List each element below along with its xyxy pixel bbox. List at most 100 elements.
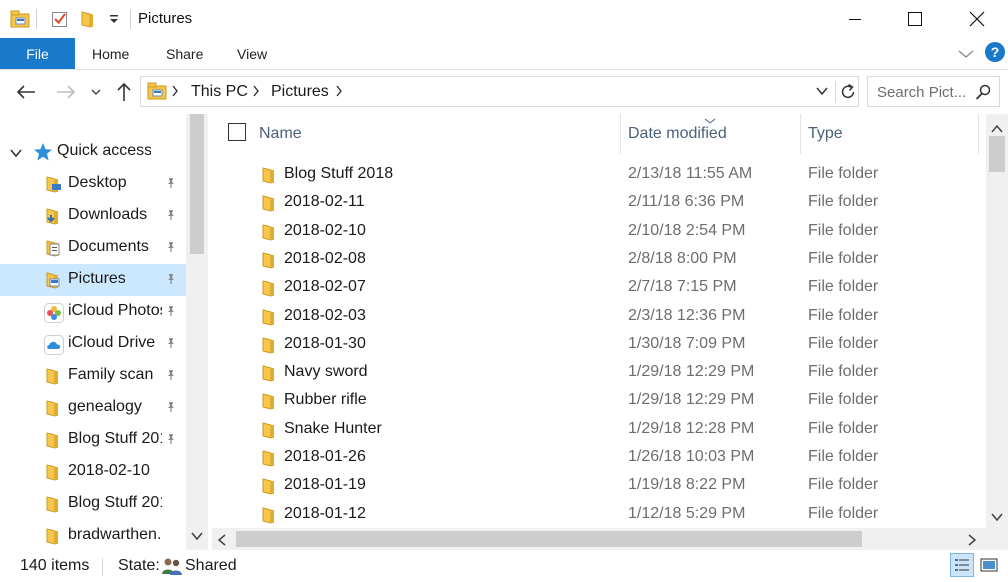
pin-icon[interactable] [165,176,177,194]
search-icon[interactable] [975,84,991,105]
search-box[interactable]: Search Pict... [867,76,1000,107]
table-row[interactable]: 2018-02-03 2/3/18 12:36 PM File folder [212,302,986,330]
address-history-button[interactable] [815,84,829,103]
pin-icon[interactable] [165,208,177,226]
pin-icon[interactable] [165,272,177,290]
sidebar-item-label: Documents [68,238,149,255]
tab-share[interactable]: Share [166,38,203,69]
explorer-icon[interactable] [10,9,30,29]
file-date-modified: 2/11/18 6:36 PM [628,193,745,211]
close-button[interactable] [954,0,1000,38]
scrollbar-thumb[interactable] [989,136,1005,172]
file-name: Snake Hunter [284,419,382,437]
file-name: 2018-02-08 [284,249,366,267]
pin-icon[interactable] [165,336,177,354]
column-divider[interactable] [620,114,621,154]
sidebar-item-genealogy[interactable]: genealogy [0,392,186,424]
file-date-modified: 2/3/18 12:36 PM [628,306,746,324]
sidebar-item-quick-access[interactable]: Quick access [0,136,186,168]
column-divider[interactable] [978,114,979,154]
pin-icon[interactable] [165,368,177,386]
address-bar[interactable]: This PC Pictures [140,76,859,107]
pin-icon[interactable] [165,304,177,322]
sidebar-item-pictures[interactable]: Pictures [0,264,186,296]
table-row[interactable]: Rubber rifle 1/29/18 12:29 PM File folder [212,386,986,414]
sidebar-item-bradwarthen-com[interactable]: bradwarthen.com [0,520,186,550]
large-icons-view-button[interactable] [977,553,1001,577]
scroll-left-arrow-icon[interactable] [217,533,226,551]
table-row[interactable]: 2018-02-11 2/11/18 6:36 PM File folder [212,188,986,216]
new-folder-icon[interactable] [78,9,98,29]
file-list-vertical-scrollbar[interactable] [986,114,1008,528]
sidebar-item-2018-02-10[interactable]: 2018-02-10 [0,456,186,488]
select-all-checkbox[interactable] [228,123,246,141]
file-name: 2018-01-30 [284,334,366,352]
tab-home[interactable]: Home [92,38,129,69]
table-row[interactable]: 2018-01-30 1/30/18 7:09 PM File folder [212,330,986,358]
refresh-button[interactable] [838,82,858,102]
minimize-button[interactable] [832,0,878,38]
breadcrumb-chevron-icon[interactable] [335,85,343,100]
table-row[interactable]: 2018-01-12 1/12/18 5:29 PM File folder [212,500,986,528]
file-date-modified: 1/30/18 7:09 PM [628,334,746,352]
file-name: 2018-01-26 [284,448,366,465]
table-row[interactable]: Blog Stuff 2018 2/13/18 11:55 AM File fold… [212,160,986,188]
table-row[interactable]: Snake Hunter 1/29/18 12:28 PM File folder [212,415,986,443]
pin-icon[interactable] [165,432,177,450]
table-row[interactable]: 2018-01-19 1/19/18 8:22 PM File folder [212,471,986,499]
scrollbar-thumb[interactable] [190,114,204,254]
minimize-icon [849,19,861,20]
maximize-button[interactable] [892,0,938,38]
scroll-down-arrow-icon[interactable] [991,508,1003,526]
sidebar-item-blog-stuff-2018[interactable]: Blog Stuff 2018 [0,488,186,520]
chevron-down-icon [958,50,974,58]
tab-file[interactable]: File [0,38,75,69]
navigation-scrollbar[interactable] [186,114,208,550]
up-button[interactable] [112,80,136,104]
table-row[interactable]: Navy sword 1/29/18 12:29 PM File folder [212,358,986,386]
search-input[interactable]: Search Pict... [877,84,966,101]
pin-icon[interactable] [165,400,177,418]
scrollbar-thumb[interactable] [236,531,862,547]
recent-locations-button[interactable] [88,80,104,104]
sidebar-item-family-scan[interactable]: Family scan [0,360,186,392]
expand-ribbon-button[interactable] [956,44,976,64]
file-date-modified: 2/13/18 11:55 AM [628,165,753,182]
breadcrumb-chevron-icon[interactable] [171,85,179,100]
tab-view[interactable]: View [237,38,267,69]
scroll-right-arrow-icon[interactable] [968,533,977,551]
chevron-down-icon[interactable] [9,145,23,163]
pin-icon[interactable] [165,240,177,258]
table-row[interactable]: 2018-02-10 2/10/18 2:54 PM File folder [212,217,986,245]
sidebar-item-blog-stuff-2018[interactable]: Blog Stuff 2018 [0,424,186,456]
file-type: File folder [808,504,879,522]
forward-button[interactable] [54,80,78,104]
breadcrumb-pictures[interactable]: Pictures [271,83,329,101]
help-button[interactable]: ? [985,42,1005,62]
sidebar-item-documents[interactable]: Documents [0,232,186,264]
column-divider[interactable] [800,114,801,154]
table-row[interactable]: 2018-02-07 2/7/18 7:15 PM File folder [212,273,986,301]
file-date-modified: 1/29/18 12:29 PM [628,363,755,381]
divider [835,81,836,103]
column-header-date-modified[interactable]: Date modified [628,125,727,143]
breadcrumb-chevron-icon[interactable] [252,85,260,100]
column-header-name[interactable]: Name [259,125,302,143]
properties-checkmark-icon[interactable] [50,9,70,29]
sidebar-item-downloads[interactable]: Downloads [0,200,186,232]
sidebar-item-icloud-photos[interactable]: iCloud Photos [0,296,186,328]
sidebar-item-label: Quick access [57,142,151,159]
icloud-drive-icon [44,335,64,355]
table-row[interactable]: 2018-01-26 1/26/18 10:03 PM File folder [212,443,986,471]
file-list-horizontal-scrollbar[interactable] [212,528,986,550]
folder-icon [260,421,278,444]
scroll-down-arrow-icon[interactable] [190,528,204,546]
breadcrumb-this-pc[interactable]: This PC [191,83,248,101]
sidebar-item-icloud-drive[interactable]: iCloud Drive [0,328,186,360]
back-button[interactable] [14,80,38,104]
customize-dropdown-icon[interactable] [104,9,124,29]
table-row[interactable]: 2018-02-08 2/8/18 8:00 PM File folder [212,245,986,273]
column-header-type[interactable]: Type [808,125,843,143]
sidebar-item-desktop[interactable]: Desktop [0,168,186,200]
details-view-button[interactable] [950,553,974,577]
